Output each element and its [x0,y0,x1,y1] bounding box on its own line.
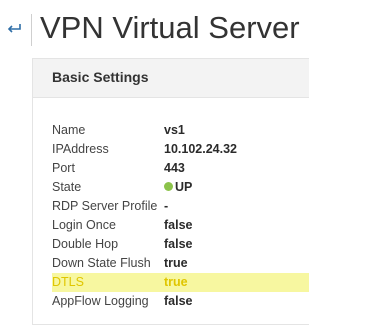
property-value: false [164,218,193,232]
basic-settings-panel: Basic Settings Name vs1 IPAddress 10.102… [32,58,309,325]
property-value: 443 [164,161,185,175]
property-label: Login Once [52,218,116,232]
property-row-ipaddress: IPAddress 10.102.24.32 [52,140,309,159]
property-label: AppFlow Logging [52,294,149,308]
status-dot-icon [164,182,173,192]
property-row-dtls: DTLS true [52,273,309,292]
property-value: vs1 [164,123,185,137]
state-value: UP [164,178,192,197]
property-value: false [164,294,193,308]
property-row-name: Name vs1 [52,121,309,140]
back-arrow-icon[interactable] [6,20,22,36]
panel-header[interactable]: Basic Settings [33,59,309,98]
property-label: RDP Server Profile [52,199,158,213]
panel-title: Basic Settings [52,69,149,85]
property-label: IPAddress [52,142,109,156]
property-label: Double Hop [52,237,119,251]
property-row-state: State UP [52,178,309,197]
property-value: true [164,275,188,289]
page-title: VPN Virtual Server [40,10,300,45]
property-value: false [164,237,193,251]
property-label: Name [52,123,86,137]
properties-list: Name vs1 IPAddress 10.102.24.32 Port 443… [52,121,309,311]
property-row-port: Port 443 [52,159,309,178]
property-label: Port [52,161,75,175]
property-value: - [164,199,169,213]
property-row-login-once: Login Once false [52,216,309,235]
property-label: State [52,180,82,194]
property-value: 10.102.24.32 [164,142,237,156]
page: VPN Virtual Server Basic Settings Name v… [0,0,371,336]
property-row-appflow-logging: AppFlow Logging false [52,292,309,311]
title-divider [31,14,32,46]
property-label: DTLS [52,275,84,289]
property-label: Down State Flush [52,256,151,270]
state-text: UP [175,180,193,194]
property-row-rdp-server-profile: RDP Server Profile - [52,197,309,216]
property-row-double-hop: Double Hop false [52,235,309,254]
property-value: true [164,256,188,270]
property-row-down-state-flush: Down State Flush true [52,254,309,273]
